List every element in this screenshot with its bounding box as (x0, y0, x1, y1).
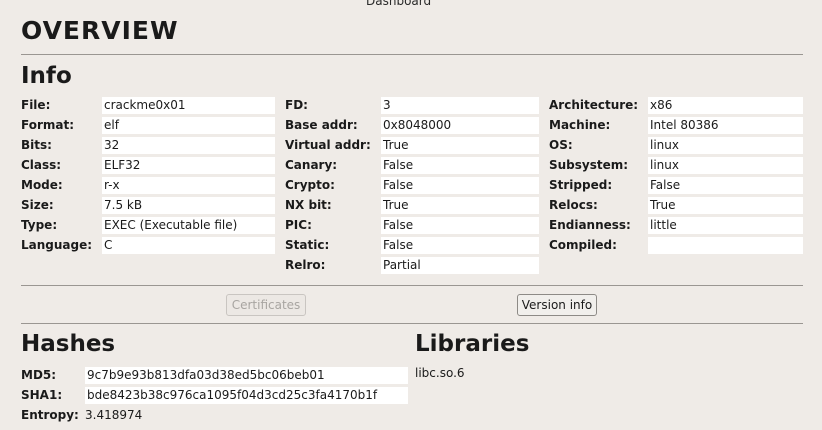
info-row-relocs: Relocs: True (549, 195, 803, 215)
info-row-static: Static: False (285, 235, 539, 255)
info-value-virtual-addr[interactable]: True (381, 136, 539, 154)
md5-value[interactable]: 9c7b9e93b813dfa03d38ed5bc06beb01 (85, 366, 408, 384)
info-row-base-addr: Base addr: 0x8048000 (285, 115, 539, 135)
info-label: Crypto: (285, 178, 335, 192)
info-value-type[interactable]: EXEC (Executable file) (102, 216, 275, 234)
info-value-mode[interactable]: r-x (102, 176, 275, 194)
info-row-pic: PIC: False (285, 215, 539, 235)
info-value-size[interactable]: 7.5 kB (102, 196, 275, 214)
info-row-canary: Canary: False (285, 155, 539, 175)
info-value-nx-bit[interactable]: True (381, 196, 539, 214)
info-label: Stripped: (549, 178, 613, 192)
info-value-crypto[interactable]: False (381, 176, 539, 194)
hashes-panel: MD5: 9c7b9e93b813dfa03d38ed5bc06beb01 SH… (21, 365, 408, 425)
info-column-3: Architecture: x86 Machine: Intel 80386 O… (549, 95, 803, 255)
info-value-format[interactable]: elf (102, 116, 275, 134)
info-value-stripped[interactable]: False (648, 176, 803, 194)
info-column-2: FD: 3 Base addr: 0x8048000 Virtual addr:… (285, 95, 539, 275)
tab-dashboard[interactable]: Dashboard (366, 0, 431, 8)
info-label: Static: (285, 238, 330, 252)
divider (21, 54, 803, 55)
info-label: File: (21, 98, 51, 112)
info-row-subsystem: Subsystem: linux (549, 155, 803, 175)
info-value-static[interactable]: False (381, 236, 539, 254)
library-item[interactable]: libc.so.6 (415, 366, 465, 380)
info-label: Language: (21, 238, 93, 252)
info-row-size: Size: 7.5 kB (21, 195, 275, 215)
info-label: Format: (21, 118, 75, 132)
info-label: Mode: (21, 178, 63, 192)
info-label: Virtual addr: (285, 138, 371, 152)
info-value-language[interactable]: C (102, 236, 275, 254)
sha1-label: SHA1: (21, 388, 63, 402)
info-value-os[interactable]: linux (648, 136, 803, 154)
info-row-crypto: Crypto: False (285, 175, 539, 195)
info-row-format: Format: elf (21, 115, 275, 135)
info-column-1: File: crackme0x01 Format: elf Bits: 32 C… (21, 95, 275, 255)
entropy-label: Entropy: (21, 408, 79, 422)
info-value-fd[interactable]: 3 (381, 96, 539, 114)
info-label: PIC: (285, 218, 312, 232)
md5-label: MD5: (21, 368, 57, 382)
info-label: Relro: (285, 258, 326, 272)
info-row-endianness: Endianness: little (549, 215, 803, 235)
entropy-value: 3.418974 (85, 408, 143, 422)
info-row-nx-bit: NX bit: True (285, 195, 539, 215)
info-value-base-addr[interactable]: 0x8048000 (381, 116, 539, 134)
info-value-relocs[interactable]: True (648, 196, 803, 214)
info-label: Machine: (549, 118, 611, 132)
info-row-bits: Bits: 32 (21, 135, 275, 155)
hash-row-sha1: SHA1: bde8423b38c976ca1095f04d3cd25c3fa4… (21, 385, 408, 405)
info-row-virtual-addr: Virtual addr: True (285, 135, 539, 155)
info-label: Base addr: (285, 118, 358, 132)
info-label: Size: (21, 198, 54, 212)
sha1-value[interactable]: bde8423b38c976ca1095f04d3cd25c3fa4170b1f (85, 386, 408, 404)
info-row-file: File: crackme0x01 (21, 95, 275, 115)
info-label: Type: (21, 218, 58, 232)
hashes-heading: Hashes (21, 331, 116, 357)
info-label: Endianness: (549, 218, 631, 232)
info-row-type: Type: EXEC (Executable file) (21, 215, 275, 235)
info-value-subsystem[interactable]: linux (648, 156, 803, 174)
info-label: Architecture: (549, 98, 639, 112)
info-value-endianness[interactable]: little (648, 216, 803, 234)
certificates-button[interactable]: Certificates (226, 294, 306, 316)
info-heading: Info (21, 63, 72, 89)
info-label: Class: (21, 158, 62, 172)
info-label: Relocs: (549, 198, 598, 212)
info-label: Compiled: (549, 238, 617, 252)
info-label: Subsystem: (549, 158, 629, 172)
info-value-canary[interactable]: False (381, 156, 539, 174)
info-value-class[interactable]: ELF32 (102, 156, 275, 174)
info-value-architecture[interactable]: x86 (648, 96, 803, 114)
info-row-mode: Mode: r-x (21, 175, 275, 195)
info-value-machine[interactable]: Intel 80386 (648, 116, 803, 134)
hash-row-entropy: Entropy: 3.418974 (21, 405, 408, 425)
info-row-language: Language: C (21, 235, 275, 255)
info-value-compiled[interactable] (648, 236, 803, 254)
info-row-os: OS: linux (549, 135, 803, 155)
hash-row-md5: MD5: 9c7b9e93b813dfa03d38ed5bc06beb01 (21, 365, 408, 385)
divider (21, 323, 803, 324)
page-title: OVERVIEW (21, 16, 179, 45)
info-value-relro[interactable]: Partial (381, 256, 539, 274)
divider (21, 285, 803, 286)
info-row-machine: Machine: Intel 80386 (549, 115, 803, 135)
info-row-architecture: Architecture: x86 (549, 95, 803, 115)
version-info-button[interactable]: Version info (517, 294, 597, 316)
info-label: OS: (549, 138, 573, 152)
info-value-file[interactable]: crackme0x01 (102, 96, 275, 114)
info-label: Canary: (285, 158, 338, 172)
info-label: FD: (285, 98, 308, 112)
libraries-heading: Libraries (415, 331, 530, 357)
info-row-stripped: Stripped: False (549, 175, 803, 195)
info-row-class: Class: ELF32 (21, 155, 275, 175)
info-label: NX bit: (285, 198, 332, 212)
info-row-compiled: Compiled: (549, 235, 803, 255)
info-row-fd: FD: 3 (285, 95, 539, 115)
info-row-relro: Relro: Partial (285, 255, 539, 275)
info-label: Bits: (21, 138, 52, 152)
info-value-pic[interactable]: False (381, 216, 539, 234)
info-value-bits[interactable]: 32 (102, 136, 275, 154)
